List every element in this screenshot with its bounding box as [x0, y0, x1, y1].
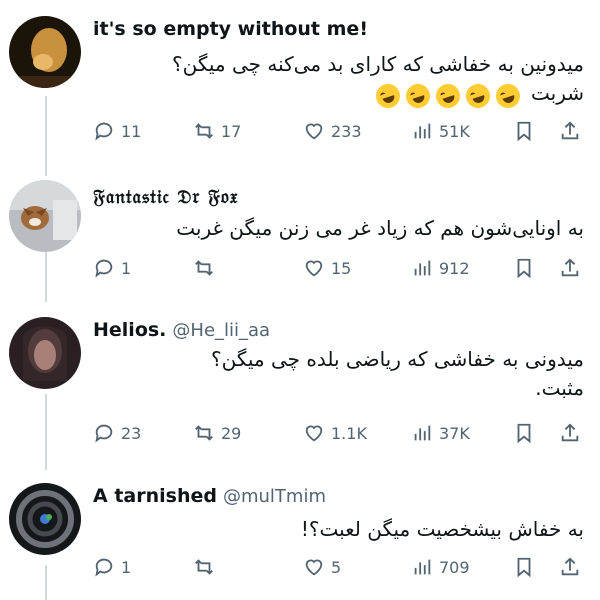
- like-icon: [305, 123, 323, 140]
- bookmark-icon: [517, 423, 531, 444]
- bookmark-icon: [517, 121, 531, 142]
- user-handle[interactable]: @He_lii_aa: [172, 320, 270, 341]
- views-count: 37K: [439, 423, 470, 443]
- reply-icon: [95, 558, 113, 577]
- views-icon: [414, 123, 431, 139]
- reply-icon: [95, 424, 113, 443]
- share-button[interactable]: [559, 254, 581, 282]
- like-button[interactable]: 15: [303, 254, 351, 282]
- laughing-emoji-icon: [432, 80, 464, 111]
- reply-count: 23: [121, 423, 142, 443]
- post-text: به اونایی‌شون هم که زیاد غر می زنن میگن …: [104, 214, 584, 243]
- action-bar: 1 5 709: [93, 553, 588, 581]
- display-name-text: Helios.: [93, 319, 167, 341]
- views-count: 709: [439, 557, 470, 577]
- reply-count: 1: [121, 557, 132, 577]
- repost-count: 29: [221, 423, 242, 443]
- views-button[interactable]: 51K: [411, 117, 470, 145]
- bookmark-icon: [517, 258, 531, 279]
- like-icon: [305, 260, 323, 277]
- like-count: 1.1K: [331, 423, 367, 443]
- reply-icon: [95, 122, 113, 141]
- user-handle[interactable]: @mulTmim: [223, 486, 326, 507]
- like-count: 15: [331, 258, 352, 278]
- repost-icon: [195, 425, 213, 441]
- share-icon: [561, 557, 579, 576]
- post-text-line: به اونایی‌شون هم که زیاد غر می زنن میگن …: [176, 216, 584, 240]
- display-name[interactable]: Helios. @He_lii_aa: [93, 319, 270, 341]
- avatar[interactable]: [9, 180, 81, 252]
- share-icon: [561, 423, 579, 442]
- laughing-emoji-icon: [492, 80, 524, 111]
- reply-button[interactable]: 11: [93, 117, 141, 145]
- action-bar: 11 17 233 51K: [93, 117, 588, 145]
- repost-icon: [195, 559, 213, 575]
- avatar[interactable]: [9, 317, 81, 389]
- repost-icon: [195, 260, 213, 276]
- like-button[interactable]: 5: [303, 553, 341, 581]
- reply-button[interactable]: 23: [93, 419, 141, 447]
- like-icon: [305, 425, 323, 442]
- bookmark-button[interactable]: [513, 553, 535, 581]
- share-button[interactable]: [559, 419, 581, 447]
- laughing-emoji-icon: [372, 80, 404, 111]
- bookmark-icon: [517, 557, 531, 578]
- like-icon: [305, 559, 323, 576]
- repost-button[interactable]: 17: [193, 117, 241, 145]
- views-icon: [414, 559, 431, 575]
- emoji-row: [372, 80, 524, 111]
- views-icon: [414, 260, 431, 276]
- laughing-emoji-icon: [402, 80, 434, 111]
- action-bar: 23 29 1.1K 37K: [93, 419, 588, 447]
- like-button[interactable]: 1.1K: [303, 419, 367, 447]
- reply-count: 11: [121, 121, 142, 141]
- post-text: به خفاش بیشخصیت میگن لعبت؟!: [104, 515, 584, 544]
- views-button[interactable]: 37K: [411, 419, 470, 447]
- views-count: 51K: [439, 121, 470, 141]
- avatar[interactable]: [9, 483, 81, 555]
- share-button[interactable]: [559, 553, 581, 581]
- display-name-text: A tarnished: [93, 485, 217, 507]
- like-count: 233: [331, 121, 362, 141]
- display-name[interactable]: A tarnished @mulTmim: [93, 485, 326, 507]
- avatar[interactable]: [9, 16, 81, 88]
- repost-button[interactable]: 29: [193, 419, 241, 447]
- views-icon: [414, 425, 431, 441]
- bookmark-button[interactable]: [513, 254, 535, 282]
- views-count: 912: [439, 258, 470, 278]
- post: 𝔉𝔞𝔫𝔱𝔞𝔰𝔱𝔦𝔠 𝔇𝔯 𝔉𝔬𝔵 به اونایی‌شون هم که زیا…: [0, 170, 600, 305]
- display-name[interactable]: 𝔉𝔞𝔫𝔱𝔞𝔰𝔱𝔦𝔠 𝔇𝔯 𝔉𝔬𝔵: [93, 186, 238, 208]
- share-button[interactable]: [559, 117, 581, 145]
- bookmark-button[interactable]: [513, 419, 535, 447]
- repost-button[interactable]: [193, 553, 221, 581]
- post-text: میدونی به خفاشی که ریاضی بلده چی میگن؟ م…: [104, 345, 584, 403]
- post: A tarnished @mulTmim به خفاش بیشخصیت میگن…: [0, 475, 600, 600]
- post-text-line: مثبت.: [535, 376, 584, 400]
- repost-icon: [195, 123, 213, 139]
- post-text-line: میدونی به خفاشی که ریاضی بلده چی میگن؟: [211, 347, 584, 371]
- post: Helios. @He_lii_aa میدونی به خفاشی که ریا…: [0, 305, 600, 475]
- like-button[interactable]: 233: [303, 117, 362, 145]
- action-bar: 1 15 912: [93, 254, 588, 282]
- post-text-line: شربت: [531, 81, 584, 105]
- laughing-emoji-icon: [462, 80, 494, 111]
- post: it's so empty without me! میدونین به خفا…: [0, 0, 600, 170]
- views-button[interactable]: 912: [411, 254, 470, 282]
- like-count: 5: [331, 557, 342, 577]
- reply-icon: [95, 259, 113, 278]
- reply-button[interactable]: 1: [93, 254, 131, 282]
- share-icon: [561, 121, 579, 140]
- reply-button[interactable]: 1: [93, 553, 131, 581]
- post-text-line: به خفاش بیشخصیت میگن لعبت؟!: [300, 517, 584, 541]
- repost-button[interactable]: [193, 254, 221, 282]
- post-text: میدونین به خفاشی که کارای بد می‌کنه چی م…: [104, 50, 584, 111]
- display-name[interactable]: it's so empty without me!: [93, 18, 368, 40]
- repost-count: 17: [221, 121, 242, 141]
- post-text-line: میدونین به خفاشی که کارای بد می‌کنه چی م…: [171, 52, 584, 76]
- views-button[interactable]: 709: [411, 553, 470, 581]
- bookmark-button[interactable]: [513, 117, 535, 145]
- reply-count: 1: [121, 258, 132, 278]
- share-icon: [561, 258, 579, 277]
